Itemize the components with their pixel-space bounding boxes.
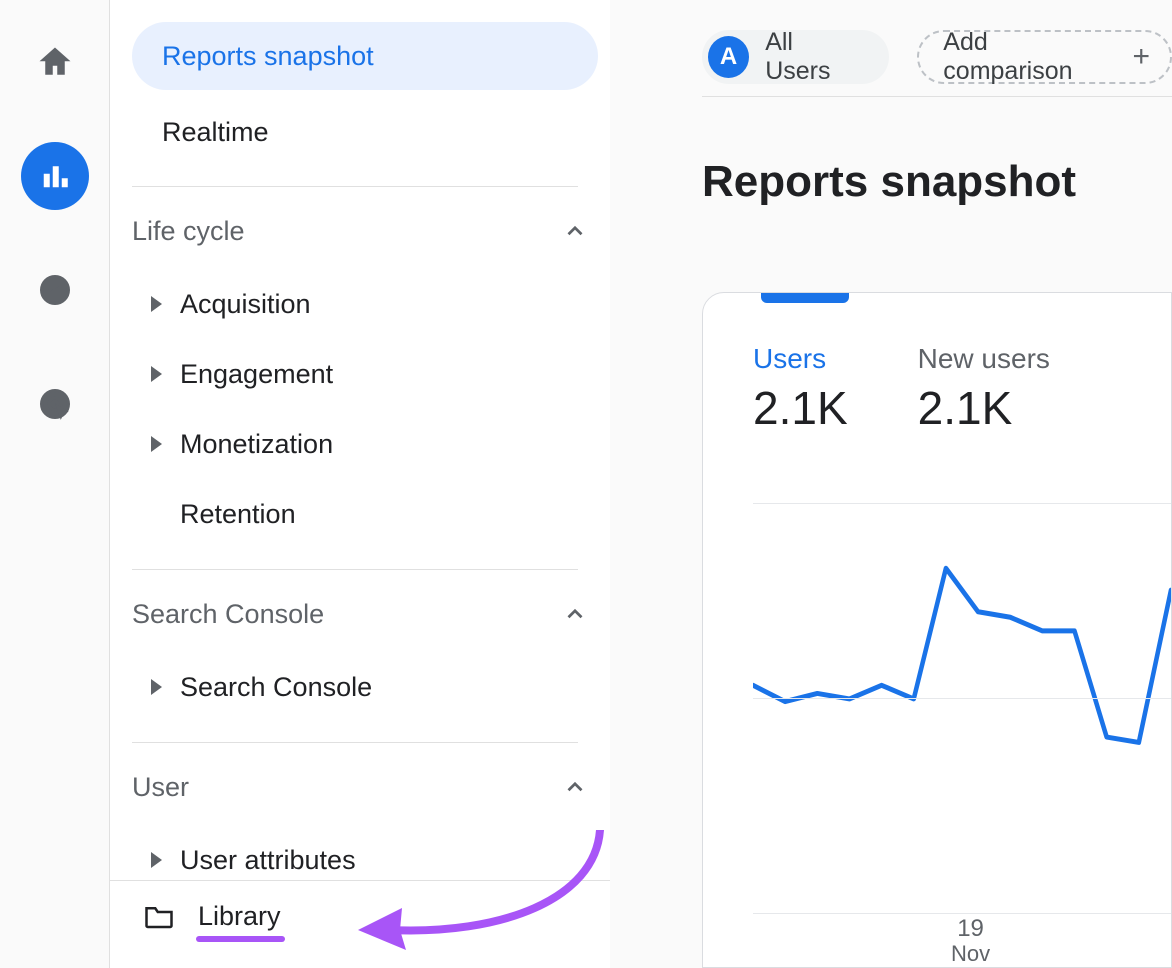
section-title: Life cycle xyxy=(132,216,245,247)
metric-label: New users xyxy=(918,343,1050,375)
metric-label: Users xyxy=(753,343,848,375)
gridline xyxy=(753,503,1171,504)
chip-add-comparison[interactable]: Add comparison + xyxy=(917,30,1172,84)
metric-value: 2.1K xyxy=(918,381,1050,435)
section-title: Search Console xyxy=(132,599,324,630)
sidebar-item-label: User attributes xyxy=(180,845,356,876)
section-title: User xyxy=(132,772,189,803)
plus-icon: + xyxy=(1132,40,1150,74)
sidebar-item-monetization[interactable]: Monetization xyxy=(132,409,610,479)
sidebar-item-search-console[interactable]: Search Console xyxy=(132,652,610,722)
divider xyxy=(132,569,578,570)
sidebar-library-label: Library xyxy=(198,901,281,932)
comparison-chip-row: A All Users Add comparison + xyxy=(702,30,1172,84)
metric-tab-indicator xyxy=(761,293,849,303)
segment-badge: A xyxy=(708,36,749,78)
home-icon xyxy=(37,44,73,80)
sidebar-item-label: Engagement xyxy=(180,359,333,390)
gridline xyxy=(753,913,1171,914)
rail-reports[interactable] xyxy=(21,142,89,210)
sidebar-item-retention[interactable]: Retention xyxy=(132,479,610,549)
chip-all-users[interactable]: A All Users xyxy=(702,30,889,84)
page-title: Reports snapshot xyxy=(702,157,1076,207)
sidebar-item-label: Reports snapshot xyxy=(162,41,374,72)
sidebar-item-realtime[interactable]: Realtime xyxy=(132,98,598,166)
metric-tab-new-users[interactable]: New users 2.1K xyxy=(918,343,1050,435)
overview-card: Users 2.1K New users 2.1K 19 Nov xyxy=(702,292,1172,968)
tick-month: Nov xyxy=(951,941,990,967)
chevron-up-icon xyxy=(562,218,588,244)
caret-right-icon xyxy=(151,436,162,452)
bar-chart-icon xyxy=(37,158,73,194)
sidebar-library[interactable]: Library xyxy=(110,880,610,952)
target-cursor-icon xyxy=(37,386,73,422)
chip-label: All Users xyxy=(765,28,863,86)
x-axis-tick: 19 Nov xyxy=(951,915,990,967)
folder-icon xyxy=(144,904,174,930)
divider xyxy=(132,186,578,187)
rail-advertising[interactable] xyxy=(21,370,89,438)
metric-tabs: Users 2.1K New users 2.1K xyxy=(753,343,1050,435)
sidebar-item-label: Realtime xyxy=(162,117,269,148)
caret-right-icon xyxy=(151,296,162,312)
sidebar-item-acquisition[interactable]: Acquisition xyxy=(132,269,610,339)
sidebar-item-label: Retention xyxy=(180,499,296,530)
caret-right-icon xyxy=(151,852,162,868)
rail-explore[interactable] xyxy=(21,256,89,324)
rail-home[interactable] xyxy=(21,28,89,96)
metric-tab-users[interactable]: Users 2.1K xyxy=(753,343,848,435)
chip-label: Add comparison xyxy=(943,28,1120,86)
sidebar-section-search-console[interactable]: Search Console xyxy=(132,586,588,642)
sidebar-section-user[interactable]: User xyxy=(132,759,588,815)
tick-number: 19 xyxy=(951,915,990,943)
sidebar-item-label: Search Console xyxy=(180,672,372,703)
divider xyxy=(132,742,578,743)
sidebar-section-life-cycle[interactable]: Life cycle xyxy=(132,203,588,259)
chart-line-plot xyxy=(753,483,1171,967)
gridline xyxy=(753,698,1171,699)
chevron-up-icon xyxy=(562,774,588,800)
sidebar-item-label: Acquisition xyxy=(180,289,311,320)
sidebar-item-engagement[interactable]: Engagement xyxy=(132,339,610,409)
divider xyxy=(702,96,1172,97)
reports-sidebar: Reports snapshot Realtime Life cycle Acq… xyxy=(110,0,610,968)
analytics-arrow-icon xyxy=(37,272,73,308)
chevron-up-icon xyxy=(562,601,588,627)
caret-right-icon xyxy=(151,366,162,382)
main-panel: A All Users Add comparison + Reports sna… xyxy=(680,0,1172,968)
sidebar-item-label: Monetization xyxy=(180,429,333,460)
sidebar-item-reports-snapshot[interactable]: Reports snapshot xyxy=(132,22,598,90)
metric-value: 2.1K xyxy=(753,381,848,435)
caret-right-icon xyxy=(151,679,162,695)
nav-icon-rail xyxy=(0,0,110,968)
line-chart[interactable]: 19 Nov xyxy=(753,483,1171,967)
